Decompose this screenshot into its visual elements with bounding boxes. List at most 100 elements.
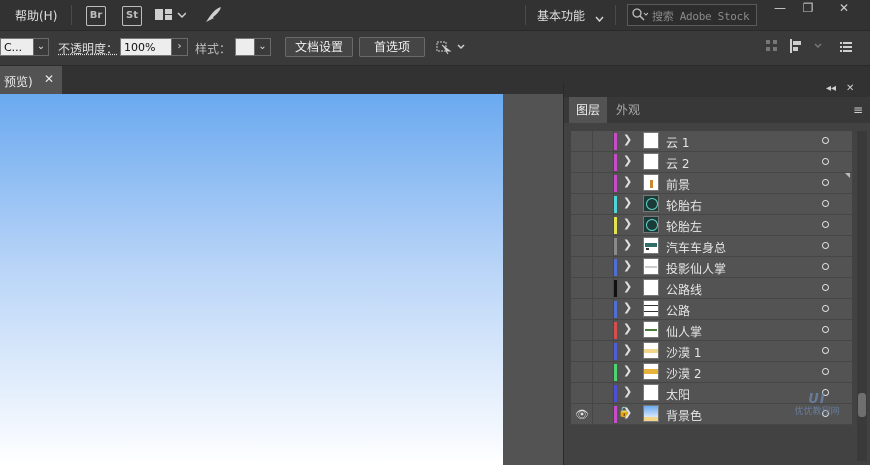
tab-appearance[interactable]: 外观: [609, 97, 647, 123]
layer-name[interactable]: 公路: [666, 302, 690, 319]
expand-chevron-icon[interactable]: ❯: [623, 343, 632, 356]
visibility-toggle[interactable]: [571, 362, 593, 382]
lock-toggle[interactable]: [592, 236, 614, 256]
visibility-toggle[interactable]: [571, 131, 593, 151]
layer-row[interactable]: ❯ 沙漠 1: [571, 341, 852, 362]
lock-toggle[interactable]: [592, 362, 614, 382]
layer-row[interactable]: ❯ 公路线: [571, 278, 852, 299]
expand-chevron-icon[interactable]: ❯: [623, 175, 632, 188]
expand-chevron-icon[interactable]: ❯: [623, 406, 632, 419]
lock-toggle[interactable]: [592, 194, 614, 214]
layer-name[interactable]: 沙漠 1: [666, 344, 701, 361]
artboard-canvas[interactable]: [0, 94, 503, 465]
visibility-toggle[interactable]: [571, 236, 593, 256]
preferences-button[interactable]: 首选项: [359, 37, 425, 57]
collapse-panel-icon[interactable]: ◂◂: [826, 83, 836, 94]
visibility-toggle[interactable]: [571, 383, 593, 403]
layer-row[interactable]: ❯ 汽车车身总: [571, 236, 852, 257]
layer-name[interactable]: 仙人掌: [666, 323, 702, 340]
panel-menu-icon[interactable]: [840, 41, 852, 55]
layer-name[interactable]: 轮胎左: [666, 218, 702, 235]
layer-row[interactable]: ❯ 轮胎右: [571, 194, 852, 215]
style-chevron-down-icon[interactable]: ⌄: [254, 38, 271, 56]
lock-toggle[interactable]: [592, 131, 614, 151]
restore-button[interactable]: ❐: [793, 0, 823, 18]
workspace-switcher[interactable]: 基本功能: [537, 7, 585, 24]
align-grid-icon[interactable]: [766, 40, 778, 55]
partial-dropdown-chevron-icon[interactable]: ⌄: [33, 38, 49, 56]
target-circle-icon[interactable]: [822, 263, 829, 270]
visibility-toggle[interactable]: [571, 257, 593, 277]
layer-row[interactable]: ❯ 投影仙人掌: [571, 257, 852, 278]
visibility-toggle[interactable]: [571, 152, 593, 172]
layer-name[interactable]: 投影仙人掌: [666, 260, 726, 277]
close-window-button[interactable]: ✕: [829, 0, 859, 18]
expand-chevron-icon[interactable]: ❯: [623, 301, 632, 314]
visibility-toggle[interactable]: [571, 194, 593, 214]
tab-layers[interactable]: 图层: [569, 97, 607, 123]
visibility-toggle[interactable]: [571, 173, 593, 193]
arrange-documents-icon[interactable]: [154, 7, 186, 23]
layer-name[interactable]: 公路线: [666, 281, 702, 298]
layer-name[interactable]: 云 2: [666, 155, 689, 172]
layers-scrollbar[interactable]: [857, 131, 867, 461]
expand-chevron-icon[interactable]: ❯: [623, 322, 632, 335]
visibility-toggle[interactable]: [571, 320, 593, 340]
target-circle-icon[interactable]: [822, 158, 829, 165]
opacity-label[interactable]: 不透明度：: [58, 40, 118, 57]
lock-toggle[interactable]: [592, 341, 614, 361]
visibility-toggle[interactable]: [571, 278, 593, 298]
eye-icon[interactable]: 👁: [575, 408, 589, 421]
expand-chevron-icon[interactable]: ❯: [623, 364, 632, 377]
chevron-down-icon[interactable]: [595, 11, 604, 25]
layer-name[interactable]: 前景: [666, 176, 690, 193]
target-circle-icon[interactable]: [822, 200, 829, 207]
menu-help[interactable]: 帮助(H): [15, 7, 57, 24]
lock-toggle[interactable]: [592, 152, 614, 172]
chevron-right-icon[interactable]: ›: [171, 38, 188, 56]
expand-chevron-icon[interactable]: ❯: [623, 259, 632, 272]
target-circle-icon[interactable]: [822, 347, 829, 354]
target-circle-icon[interactable]: [822, 368, 829, 375]
expand-chevron-icon[interactable]: ❯: [623, 238, 632, 251]
layer-name[interactable]: 沙漠 2: [666, 365, 701, 382]
target-circle-icon[interactable]: [822, 137, 829, 144]
layer-row[interactable]: ❯ 云 2: [571, 152, 852, 173]
layer-name[interactable]: 汽车车身总: [666, 239, 726, 256]
align-objects-icon[interactable]: [790, 39, 824, 56]
lock-toggle[interactable]: [592, 215, 614, 235]
target-circle-icon[interactable]: [822, 284, 829, 291]
target-circle-icon[interactable]: [822, 242, 829, 249]
search-stock-field[interactable]: 搜索 Adobe Stock: [627, 4, 757, 26]
target-circle-icon[interactable]: [822, 326, 829, 333]
partial-dropdown[interactable]: C...: [0, 38, 34, 56]
stock-icon[interactable]: St: [122, 6, 142, 26]
lock-toggle[interactable]: [592, 257, 614, 277]
lock-toggle[interactable]: [592, 320, 614, 340]
layer-name[interactable]: 轮胎右: [666, 197, 702, 214]
lock-toggle[interactable]: 🔒: [592, 404, 614, 424]
target-circle-icon[interactable]: [822, 305, 829, 312]
target-circle-icon[interactable]: [822, 221, 829, 228]
visibility-toggle[interactable]: [571, 341, 593, 361]
expand-chevron-icon[interactable]: ❯: [623, 217, 632, 230]
layer-row[interactable]: ❯ 沙漠 2: [571, 362, 852, 383]
layer-name[interactable]: 背景色: [666, 407, 702, 424]
layer-row[interactable]: ❯ 前景: [571, 173, 852, 194]
scrollbar-thumb[interactable]: [858, 393, 866, 417]
layer-row[interactable]: ❯ 云 1: [571, 131, 852, 152]
document-tab[interactable]: 预览) ✕: [0, 66, 62, 94]
document-setup-button[interactable]: 文档设置: [285, 37, 353, 57]
expand-chevron-icon[interactable]: ❯: [623, 133, 632, 146]
close-panel-icon[interactable]: ✕: [846, 83, 854, 94]
lock-toggle[interactable]: [592, 383, 614, 403]
bridge-icon[interactable]: Br: [86, 6, 106, 26]
lock-toggle[interactable]: [592, 173, 614, 193]
layer-row[interactable]: ❯ 仙人掌: [571, 320, 852, 341]
panel-options-icon[interactable]: ≡: [853, 103, 863, 117]
visibility-toggle[interactable]: 👁: [571, 404, 593, 424]
lock-toggle[interactable]: [592, 299, 614, 319]
expand-chevron-icon[interactable]: ❯: [623, 280, 632, 293]
expand-chevron-icon[interactable]: ❯: [623, 196, 632, 209]
expand-chevron-icon[interactable]: ❯: [623, 385, 632, 398]
